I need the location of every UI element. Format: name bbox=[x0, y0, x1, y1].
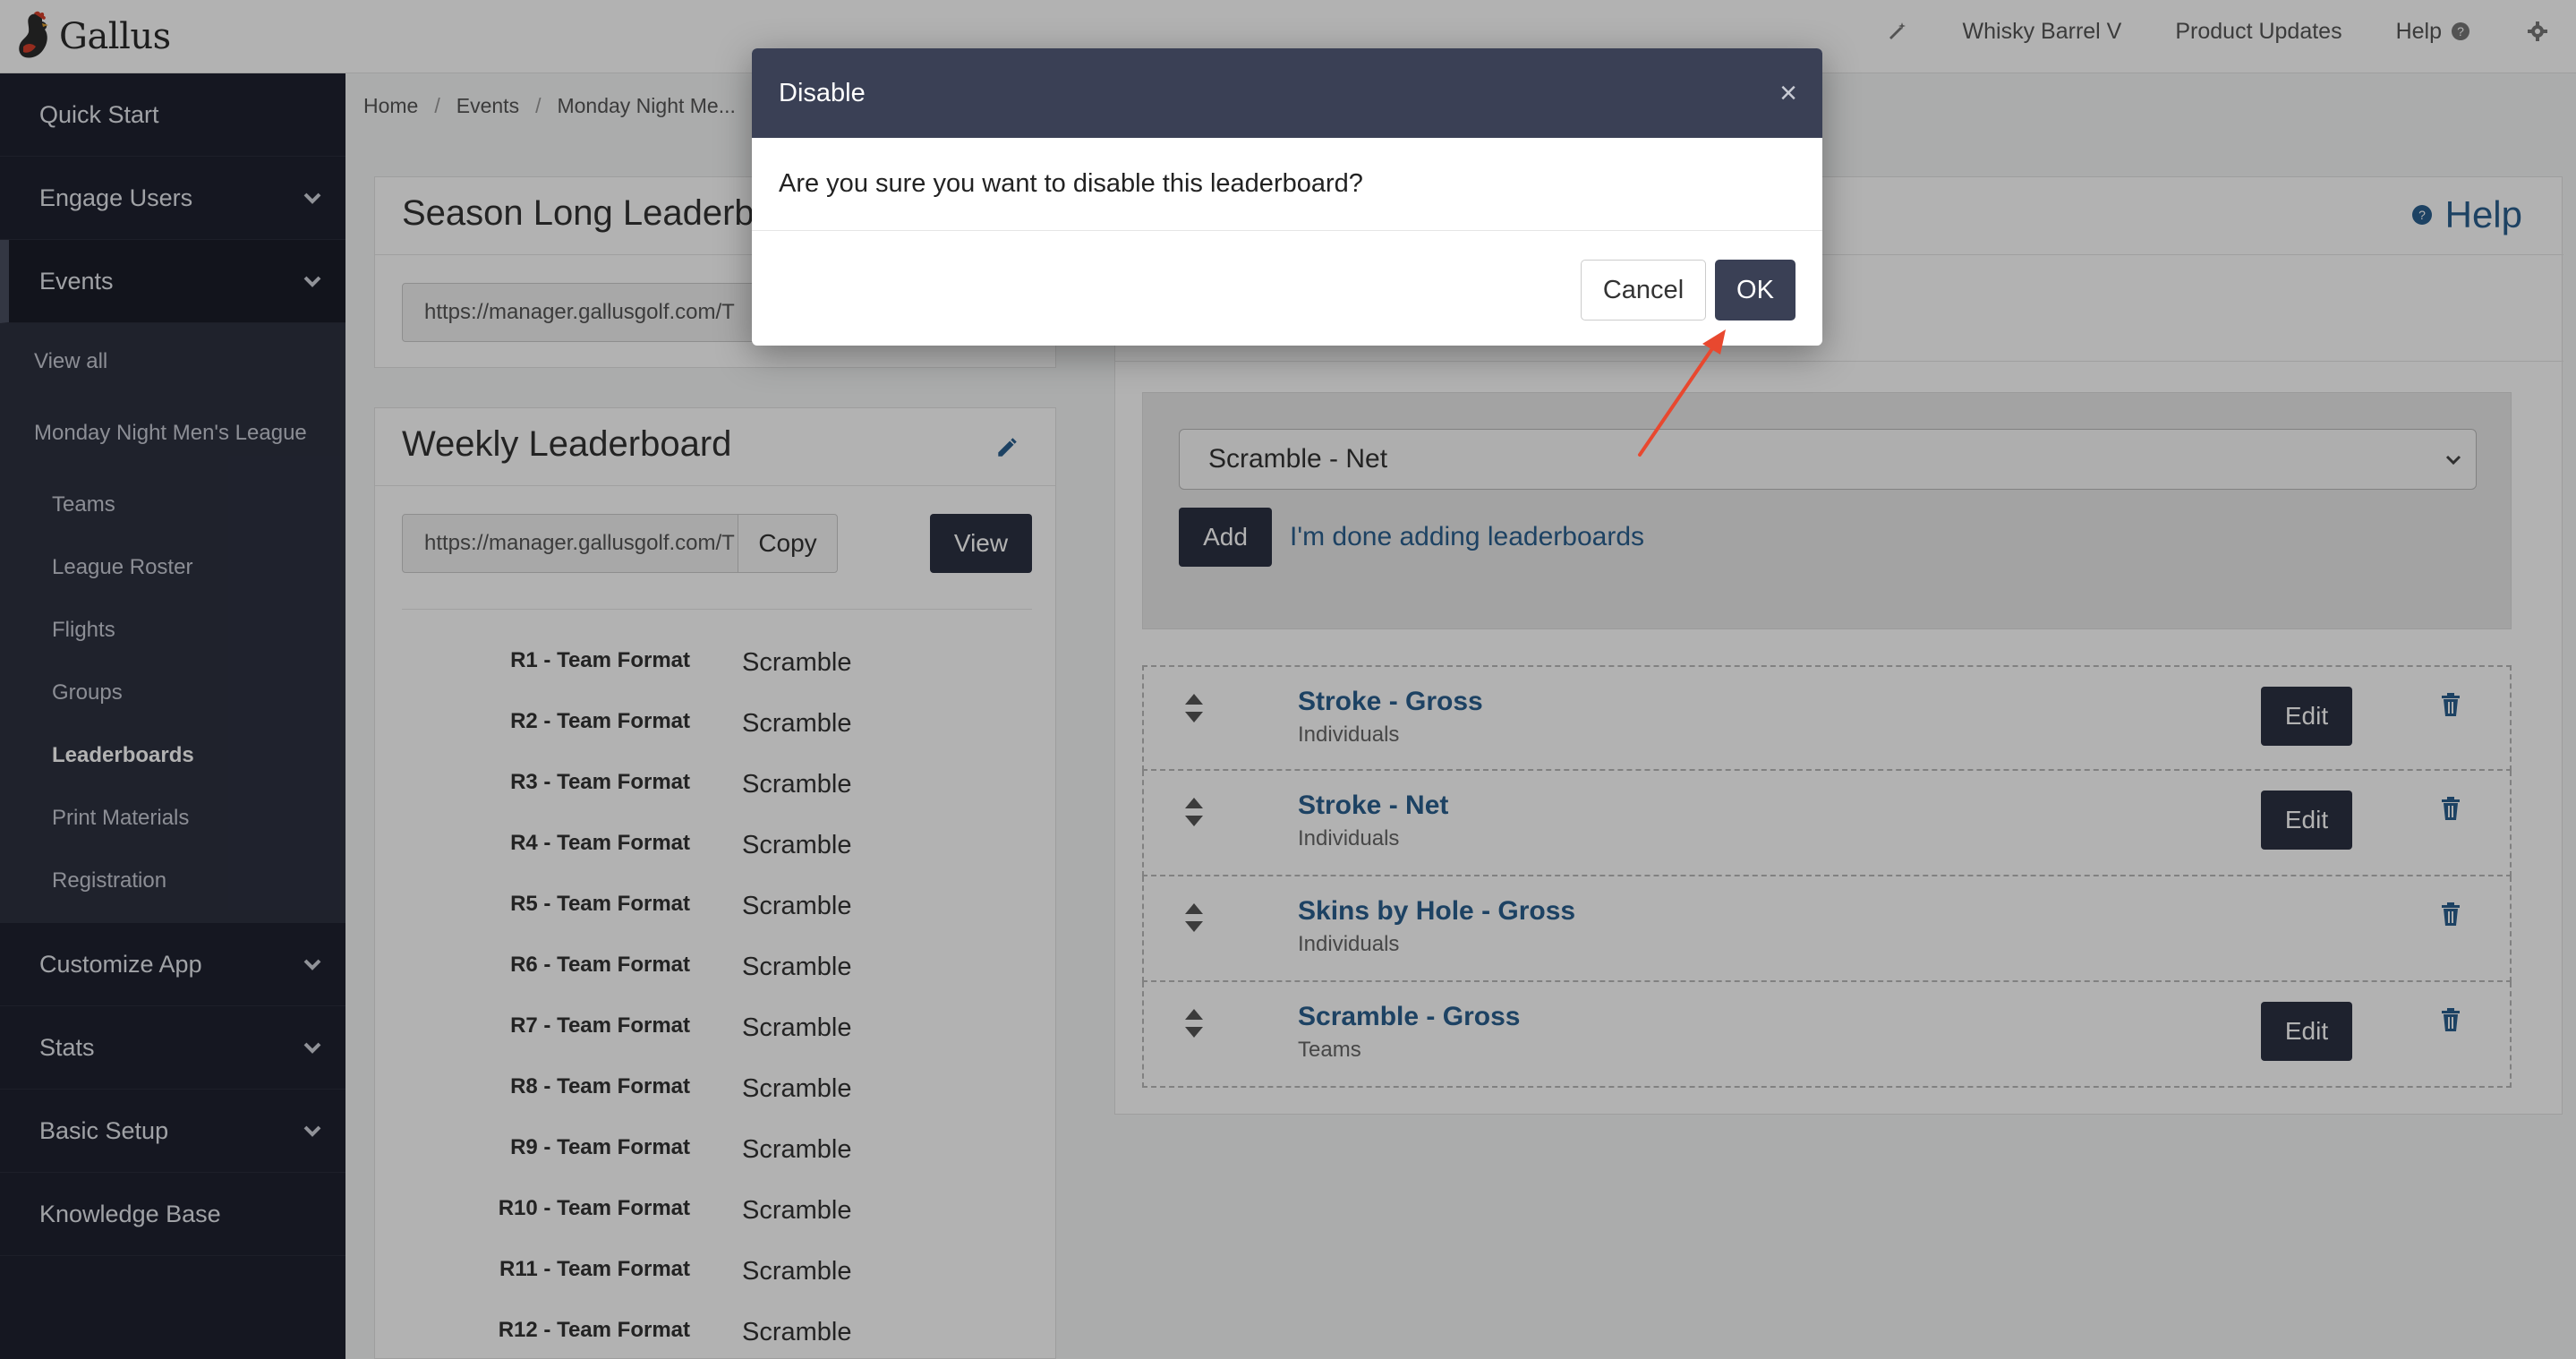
dialog-title: Disable bbox=[779, 78, 866, 107]
annotation-arrow-icon bbox=[1638, 329, 1726, 457]
dialog-message: Are you sure you want to disable this le… bbox=[752, 138, 1822, 231]
dialog-header: Disable × bbox=[752, 48, 1822, 138]
cancel-button[interactable]: Cancel bbox=[1581, 260, 1706, 321]
close-icon[interactable]: × bbox=[1779, 76, 1797, 111]
ok-button[interactable]: OK bbox=[1715, 260, 1796, 321]
disable-dialog: Disable × Are you sure you want to disab… bbox=[752, 48, 1822, 346]
